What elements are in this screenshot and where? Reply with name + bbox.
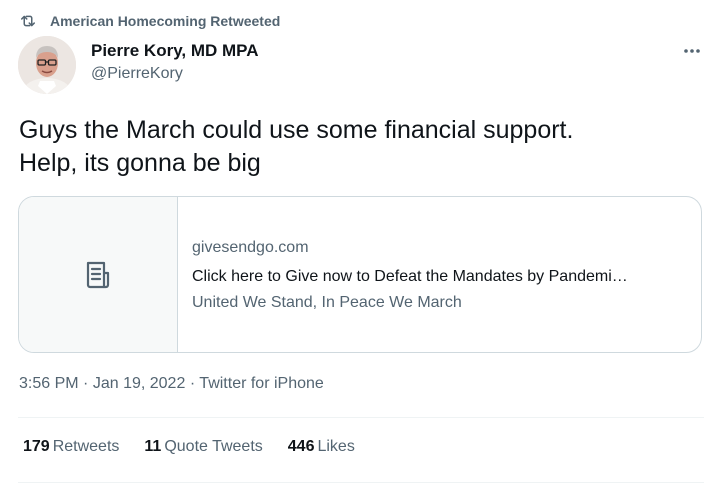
tweet-metadata: 3:56 PM · Jan 19, 2022 · Twitter for iPh… — [19, 375, 324, 393]
tweet-text: Guys the March could use some financial … — [19, 114, 699, 180]
tweet-text-line: Help, its gonna be big — [19, 149, 261, 177]
quote-tweets-count: 11 — [144, 438, 162, 455]
link-card-thumbnail — [19, 197, 178, 352]
quote-tweets-label: Quote Tweets — [164, 438, 263, 455]
engagement-stats: 179 Retweets 11 Quote Tweets 446 Likes — [23, 438, 355, 456]
link-card[interactable]: givesendgo.com Click here to Give now to… — [18, 196, 702, 353]
document-icon — [80, 257, 116, 293]
author-handle[interactable]: @PierreKory — [91, 65, 183, 83]
tweet-time[interactable]: 3:56 PM — [19, 375, 79, 392]
meta-separator: · — [189, 375, 196, 392]
tweet-source[interactable]: Twitter for iPhone — [199, 375, 324, 392]
likes-label: Likes — [317, 438, 355, 455]
author-name[interactable]: Pierre Kory, MD MPA — [91, 41, 259, 61]
more-options-icon — [682, 41, 702, 61]
divider — [18, 417, 704, 418]
retweeted-by-label[interactable]: American Homecoming Retweeted — [50, 13, 280, 29]
retweet-icon — [18, 11, 38, 31]
retweet-header[interactable]: American Homecoming Retweeted — [18, 11, 280, 31]
more-options-button[interactable] — [678, 40, 706, 62]
likes-stat[interactable]: 446 Likes — [288, 438, 355, 456]
link-card-domain: givesendgo.com — [192, 239, 309, 256]
tweet-date[interactable]: Jan 19, 2022 — [93, 375, 186, 392]
tweet-text-line: Guys the March could use some financial … — [19, 116, 574, 144]
meta-separator: · — [83, 375, 89, 392]
retweets-count: 179 — [23, 438, 50, 455]
avatar[interactable] — [18, 36, 76, 94]
divider — [18, 482, 704, 483]
link-card-description: United We Stand, In Peace We March — [192, 294, 462, 311]
quote-tweets-stat[interactable]: 11 Quote Tweets — [144, 438, 262, 456]
link-card-body[interactable]: givesendgo.com Click here to Give now to… — [192, 237, 692, 315]
link-card-title: Click here to Give now to Defeat the Man… — [192, 268, 628, 285]
retweets-label: Retweets — [52, 438, 120, 455]
retweets-stat[interactable]: 179 Retweets — [23, 438, 119, 456]
likes-count: 446 — [287, 438, 315, 455]
